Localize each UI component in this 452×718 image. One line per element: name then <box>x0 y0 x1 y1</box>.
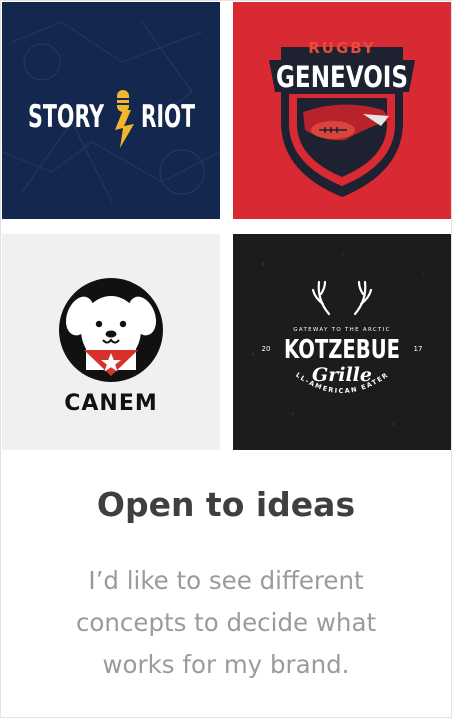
grille-script: Grille <box>312 364 372 386</box>
riot-word: RIOT <box>141 99 195 135</box>
logo-example-kotzebue-grille: GATEWAY TO THE ARCTIC 20 KOTZEBUE 17 Gri… <box>233 234 451 450</box>
canem-word: CANEM <box>64 391 158 416</box>
option-description: I’d like to see different concepts to de… <box>75 566 377 679</box>
rugby-word: RUGBY <box>308 39 376 57</box>
tagline-text: GATEWAY TO THE ARCTIC <box>293 327 390 333</box>
option-caption: Open to ideas I’d like to see different … <box>1 450 451 717</box>
kotzebue-word: KOTZEBUE <box>284 335 400 365</box>
logo-example-story-riot: STORY RIOT <box>2 2 220 219</box>
style-option-card[interactable]: STORY RIOT RUGBY GENEVOIS CANEM GATEWAY … <box>0 0 452 718</box>
option-title: Open to ideas <box>96 485 356 524</box>
logo-example-canem: CANEM <box>2 234 220 450</box>
logo-example-rugby-genevois: RUGBY GENEVOIS <box>233 2 451 219</box>
year-right: 17 <box>414 345 423 353</box>
dog-icon <box>59 278 163 382</box>
genevois-word: GENEVOIS <box>276 60 408 94</box>
story-word: STORY <box>28 99 105 135</box>
year-left: 20 <box>262 345 271 353</box>
